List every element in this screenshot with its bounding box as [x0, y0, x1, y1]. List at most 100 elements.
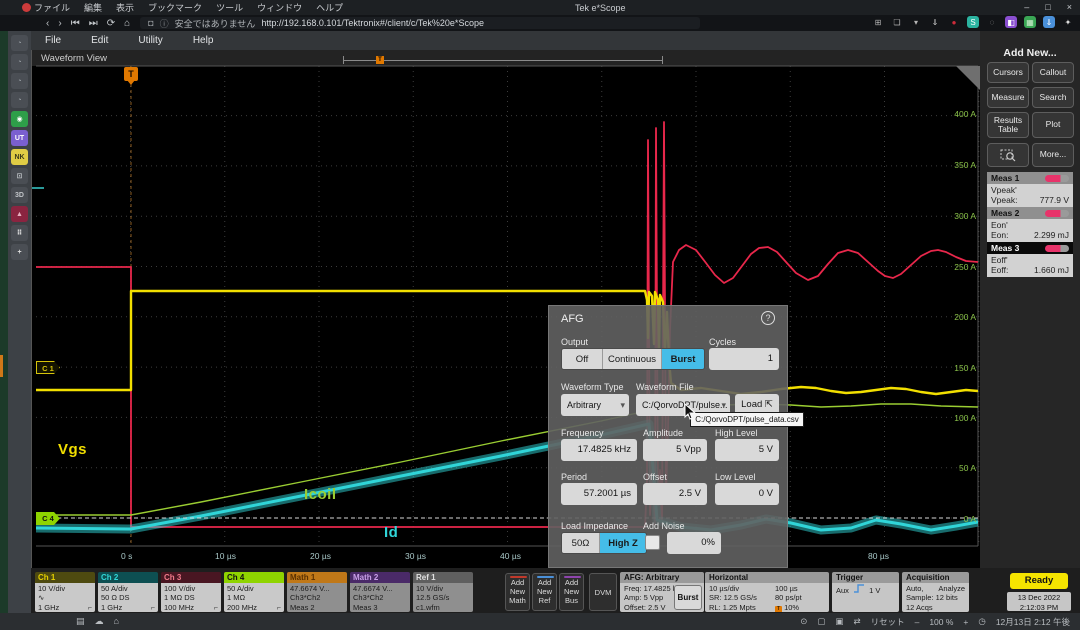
home-status-icon[interactable]: ⌂: [114, 616, 119, 627]
sidebar-app-icon-4[interactable]: ◉: [11, 111, 28, 127]
output-burst-button[interactable]: Burst: [662, 349, 704, 369]
sidebar-app-icon-9[interactable]: ▲: [11, 206, 28, 222]
url-field[interactable]: ◘ ⓘ 安全ではありません http://192.168.0.101/Tektr…: [140, 17, 700, 29]
add-noise-input[interactable]: 0%: [667, 532, 721, 554]
measurement-badge-2[interactable]: Meas 2 Eon' Eon:2.299 mJ: [987, 207, 1073, 242]
rewind-icon[interactable]: ⏮: [71, 18, 80, 29]
swap-icon[interactable]: ⇄: [853, 616, 860, 627]
close-button[interactable]: ×: [1067, 2, 1072, 12]
reload-icon[interactable]: ⟳: [107, 18, 115, 29]
horizontal-badge[interactable]: Horizontal 10 µs/div100 µs SR: 12.5 GS/s…: [705, 572, 829, 612]
measurement-nav-pill[interactable]: [1045, 245, 1069, 252]
forward-icon[interactable]: ›: [58, 18, 61, 29]
afg-badge[interactable]: AFG: Arbitrary Freq: 17.4825 kHz Amp: 5 …: [620, 572, 704, 612]
incognito-icon[interactable]: ◌: [986, 16, 998, 28]
caret-down-icon[interactable]: ▾: [910, 16, 922, 28]
cursors-button[interactable]: Cursors: [987, 62, 1029, 83]
badge-math1[interactable]: Math 1 47.6674 V... Ch3*Ch2 Meas 2: [287, 572, 347, 612]
badge-ch4[interactable]: Ch 4 50 A/div 1 MΩ 200 MHz ⌐: [224, 572, 284, 612]
info-icon[interactable]: ⓘ: [160, 17, 169, 30]
measurement-nav-pill[interactable]: [1045, 175, 1069, 182]
extension-icon[interactable]: ✦: [1062, 16, 1074, 28]
waveform-type-dropdown[interactable]: Arbitrary: [561, 394, 629, 416]
zoom-out-button[interactable]: –: [915, 617, 920, 627]
sidebar-app-icon-2[interactable]: ◔: [11, 73, 28, 89]
fastforward-icon[interactable]: ⏭: [89, 18, 98, 29]
amplitude-input[interactable]: 5 Vpp: [643, 439, 707, 461]
dvm-button[interactable]: DVM: [589, 573, 617, 611]
sidebar-app-icon-5[interactable]: UT: [11, 130, 28, 146]
badge-ch1[interactable]: Ch 1 10 V/div ∿ 1 GHz ⌐: [35, 572, 95, 612]
badge-math2[interactable]: Math 2 47.6674 V... Ch3*Ch2 Meas 3: [350, 572, 410, 612]
add-new-math-button[interactable]: AddNewMath: [505, 573, 530, 611]
sidebar-app-icon-0[interactable]: ◔: [11, 35, 28, 51]
afg-burst-button[interactable]: Burst: [674, 585, 702, 610]
low-level-input[interactable]: 0 V: [715, 483, 779, 505]
add-new-bus-button[interactable]: AddNewBus: [559, 573, 584, 611]
sidebar-app-icon-11[interactable]: +: [11, 244, 28, 260]
browser-menu-4[interactable]: ツール: [216, 1, 243, 14]
app-purple-icon[interactable]: ◧: [1005, 16, 1017, 28]
sidebar-app-icon-6[interactable]: NK: [11, 149, 28, 165]
badge-ch2[interactable]: Ch 2 50 A/div 50 Ω DS 1 GHz ⌐: [98, 572, 158, 612]
callout-button[interactable]: Callout: [1032, 62, 1074, 83]
zoom-corner-handle[interactable]: [956, 66, 980, 90]
tiles-icon[interactable]: ⊞: [872, 16, 884, 28]
waveform-plot[interactable]: [32, 50, 981, 568]
browser-menu-1[interactable]: 編集: [84, 1, 102, 14]
add-new-ref-button[interactable]: AddNewRef: [532, 573, 557, 611]
app-menu-file[interactable]: File: [45, 35, 61, 46]
measurement-badge-1[interactable]: Meas 1 Vpeak' Vpeak:777.9 V: [987, 172, 1073, 207]
plot-button[interactable]: Plot: [1032, 112, 1074, 138]
reset-zoom-button[interactable]: リセット: [871, 616, 905, 628]
app-green-icon[interactable]: ▦: [1024, 16, 1036, 28]
sidebar-app-icon-7[interactable]: ⊡: [11, 168, 28, 184]
image-toggle-icon[interactable]: ▣: [835, 616, 843, 627]
search-button[interactable]: Search: [1032, 87, 1074, 108]
download-icon[interactable]: ⇓: [929, 16, 941, 28]
minimize-button[interactable]: –: [1024, 2, 1029, 12]
add-noise-checkbox[interactable]: [645, 535, 660, 550]
trigger-position-flag[interactable]: T: [124, 67, 138, 81]
more-button[interactable]: More...: [1032, 143, 1074, 167]
results-table-button[interactable]: Results Table: [987, 112, 1029, 138]
sidebar-app-icon-3[interactable]: ◔: [11, 92, 28, 108]
browser-menu-6[interactable]: ヘルプ: [316, 1, 343, 14]
channel2-position-marker[interactable]: [32, 187, 44, 189]
browser-menu-0[interactable]: ファイル: [34, 1, 70, 14]
acquisition-badge[interactable]: Acquisition Auto,Analyze Sample: 12 bits…: [902, 572, 969, 612]
offset-input[interactable]: 2.5 V: [643, 483, 707, 505]
bookmark-icon[interactable]: ❏: [891, 16, 903, 28]
measurement-nav-pill[interactable]: [1045, 210, 1069, 217]
trigger-badge[interactable]: Trigger Aux 1 V: [832, 572, 899, 612]
record-icon[interactable]: ●: [948, 16, 960, 28]
sync-cloud-icon[interactable]: ☁: [95, 616, 104, 627]
zoom-tool-button[interactable]: [987, 143, 1029, 167]
sidebar-app-icon-1[interactable]: ◔: [11, 54, 28, 70]
capture-icon[interactable]: ⊙: [800, 616, 807, 627]
output-off-button[interactable]: Off: [562, 349, 603, 369]
skype-icon[interactable]: S: [967, 16, 979, 28]
download-blue-icon[interactable]: ⇓: [1043, 16, 1055, 28]
cycles-input[interactable]: 1: [709, 348, 779, 370]
home-icon[interactable]: ⌂: [124, 18, 130, 29]
browser-logo-icon[interactable]: [22, 3, 31, 12]
high-level-input[interactable]: 5 V: [715, 439, 779, 461]
maximize-button[interactable]: □: [1045, 2, 1050, 12]
frequency-input[interactable]: 17.4825 kHz: [561, 439, 637, 461]
help-icon[interactable]: ?: [761, 311, 775, 325]
app-menu-help[interactable]: Help: [193, 35, 214, 46]
output-continuous-button[interactable]: Continuous: [603, 349, 662, 369]
sidebar-app-icon-10[interactable]: ⠿: [11, 225, 28, 241]
app-menu-edit[interactable]: Edit: [91, 35, 108, 46]
browser-menu-5[interactable]: ウィンドウ: [257, 1, 302, 14]
measurement-badge-3[interactable]: Meas 3 Eoff' Eoff:1.660 mJ: [987, 242, 1073, 277]
badge-ch3[interactable]: Ch 3 100 V/div 1 MΩ DS 100 MHz ⌐: [161, 572, 221, 612]
app-menu-utility[interactable]: Utility: [138, 35, 162, 46]
tile-icon[interactable]: ▢: [817, 616, 825, 627]
browser-menu-3[interactable]: ブックマーク: [148, 1, 202, 14]
browser-menu-2[interactable]: 表示: [116, 1, 134, 14]
sidebar-app-icon-8[interactable]: 3D: [11, 187, 28, 203]
impedance-highz-button[interactable]: High Z: [600, 533, 646, 553]
impedance-50ohm-button[interactable]: 50Ω: [562, 533, 600, 553]
